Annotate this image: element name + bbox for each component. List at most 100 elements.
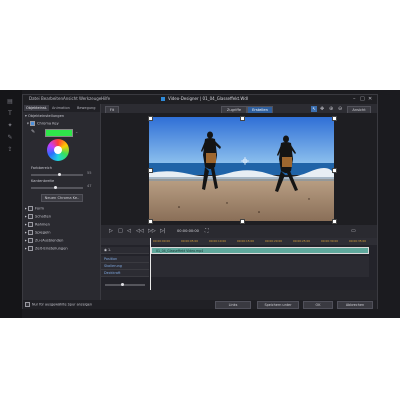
title-bar: Datei Bearbeiten Ansicht Werkzeuge Hilfe… — [23, 95, 377, 104]
timeline-ruler[interactable]: 00:00:00:00 00:00:05:00 00:00:10:00 00:0… — [101, 238, 377, 245]
resize-handle-bl[interactable] — [148, 219, 153, 224]
ruler-tick: 00:00:35:00 — [349, 239, 367, 243]
track-header-video[interactable]: ◉ 1. — [101, 247, 149, 254]
designer-window: Datei Bearbeiten Ansicht Werkzeuge Hilfe… — [22, 94, 378, 309]
display-icon[interactable]: ▭ — [351, 228, 356, 234]
brush-icon[interactable]: ✎ — [5, 134, 15, 142]
color-wheel-center — [54, 146, 62, 154]
menu-edit[interactable]: Bearbeiten — [41, 96, 63, 102]
minimize-icon[interactable]: – — [353, 96, 356, 102]
only-selected-checkbox[interactable] — [25, 302, 30, 307]
swatch-dropdown-icon[interactable]: ⌄ — [75, 129, 78, 135]
panel-tabs: Objekteinst. Animation Bewegung — [23, 104, 100, 112]
add-chroma-key-button[interactable]: Neuen Chroma Ke.. — [41, 194, 83, 202]
preview-area — [101, 113, 377, 225]
color-range-slider[interactable] — [31, 174, 83, 176]
section-shape[interactable]: ▸ Form — [25, 206, 44, 212]
tab-motion[interactable]: Bewegung — [75, 105, 97, 111]
eyedropper-icon[interactable]: ✎ — [31, 129, 35, 135]
resize-handle-tr[interactable] — [332, 116, 337, 121]
key-color-swatch[interactable] — [45, 129, 73, 137]
stop-icon[interactable]: □ — [118, 228, 123, 234]
fade-checkbox[interactable] — [27, 238, 33, 243]
edge-width-slider[interactable] — [31, 187, 83, 189]
mirror-checkbox[interactable] — [27, 230, 33, 235]
time-checkbox[interactable] — [27, 246, 33, 251]
layers-icon[interactable]: ▤ — [5, 98, 15, 106]
resize-handle-t[interactable] — [240, 116, 245, 121]
menu-file[interactable]: Datei — [29, 96, 40, 102]
text-icon[interactable]: T — [5, 110, 15, 118]
track-position[interactable]: Position — [101, 256, 149, 263]
pan-tool-icon[interactable]: ✥ — [320, 106, 324, 112]
section-object-settings[interactable]: ▾ Objekteinstellungen — [25, 114, 64, 119]
ruler-tick: 00:00:20:00 — [265, 239, 283, 243]
track-scale[interactable]: Skalierung — [101, 263, 149, 270]
video-clip[interactable]: 01_04_Glasseffekt Video.mp4 — [151, 247, 369, 254]
tab-object-settings[interactable]: Objekteinst. — [24, 105, 50, 111]
section-fade[interactable]: ▸ Zu-/Ausblenden — [25, 238, 63, 244]
ruler-tick: 00:00:30:00 — [321, 239, 339, 243]
maximize-icon[interactable]: □ — [360, 96, 365, 102]
beach-scene — [149, 117, 334, 221]
menu-tools[interactable]: Werkzeuge — [79, 96, 101, 102]
tab-animation[interactable]: Animation — [50, 105, 72, 111]
edge-width-value: 47 — [87, 184, 92, 188]
chroma-key-checkbox[interactable] — [29, 121, 35, 126]
select-tool-icon[interactable]: ↖ — [311, 105, 317, 112]
ok-button[interactable]: OK — [303, 301, 333, 309]
edge-width-label: Kantenbreite — [31, 179, 55, 183]
resize-handle-b[interactable] — [240, 219, 245, 224]
track-opacity[interactable]: Deckkraft — [101, 270, 149, 277]
resize-handle-r[interactable] — [332, 168, 337, 173]
color-range-value: 55 — [87, 171, 92, 175]
section-mirror[interactable]: ▸ Spiegeln — [25, 230, 51, 236]
forward-icon[interactable]: ▷▷ — [148, 228, 156, 234]
menu-help[interactable]: Hilfe — [101, 96, 110, 102]
timecode: 00:00:00:00 — [177, 229, 199, 233]
rewind-icon[interactable]: ◁◁ — [136, 228, 144, 234]
cancel-button[interactable]: Abbrechen — [337, 301, 373, 309]
ruler-tick: 00:00:25:00 — [293, 239, 311, 243]
color-wheel[interactable] — [47, 139, 69, 161]
links-button[interactable]: Links — [215, 301, 251, 309]
section-shadow[interactable]: ▸ Schatten — [25, 214, 51, 220]
timeline-zoom-slider[interactable] — [105, 284, 145, 286]
section-border[interactable]: ▸ Rahmen — [25, 222, 50, 228]
timeline: 00:00:00:00 00:00:05:00 00:00:10:00 00:0… — [101, 238, 377, 290]
save-as-button[interactable]: Speichern unter — [257, 301, 299, 309]
only-selected-track-toggle[interactable]: Nur für ausgewählte Spur anzeigen — [25, 302, 92, 308]
resize-handle-l[interactable] — [148, 168, 153, 173]
timeline-zoom-knob[interactable] — [121, 283, 124, 286]
fx-icon[interactable]: ✦ — [5, 122, 15, 130]
app-icon — [161, 97, 165, 101]
footer-bar: Nur für ausgewählte Spur anzeigen Links … — [23, 300, 377, 309]
edge-width-slider-knob[interactable] — [53, 186, 57, 189]
shape-checkbox[interactable] — [27, 206, 33, 211]
export-icon[interactable]: ⇪ — [5, 146, 15, 154]
fullscreen-icon[interactable]: ⛶ — [205, 228, 209, 234]
ruler-tick: 00:00:05:00 — [181, 239, 199, 243]
border-checkbox[interactable] — [27, 222, 33, 227]
close-icon[interactable]: ✕ — [368, 96, 372, 102]
prev-frame-icon[interactable]: ◁ — [127, 228, 131, 234]
shadow-checkbox[interactable] — [27, 214, 33, 219]
preview-image[interactable] — [149, 117, 334, 221]
resize-handle-br[interactable] — [332, 219, 337, 224]
color-range-slider-knob[interactable] — [58, 173, 62, 176]
ruler-tick: 00:00:10:00 — [209, 239, 227, 243]
settings-panel: Objekteinst. Animation Bewegung ▾ Objekt… — [23, 104, 101, 300]
keyframe-lanes[interactable] — [151, 256, 369, 277]
left-tool-strip: ▤ T ✦ ✎ ⇪ — [0, 90, 22, 318]
resize-handle-tl[interactable] — [148, 116, 153, 121]
play-icon[interactable]: ▷ — [109, 228, 113, 234]
section-time-settings[interactable]: ▸ Zeit-Einstellungen — [25, 246, 68, 252]
ruler-tick: 00:00:15:00 — [237, 239, 255, 243]
chroma-key-row[interactable]: ▾ Chroma Key — [27, 121, 59, 127]
next-frame-icon[interactable]: ▷| — [160, 228, 166, 234]
window-title: Video-Designer | 01_04_Glasseffekt.Wdl — [168, 96, 248, 101]
color-range-label: Farbbereich — [31, 166, 53, 170]
zoom-out-icon[interactable]: ⊖ — [338, 106, 342, 112]
zoom-in-icon[interactable]: ⊕ — [329, 106, 333, 112]
menu-view[interactable]: Ansicht — [63, 96, 78, 102]
